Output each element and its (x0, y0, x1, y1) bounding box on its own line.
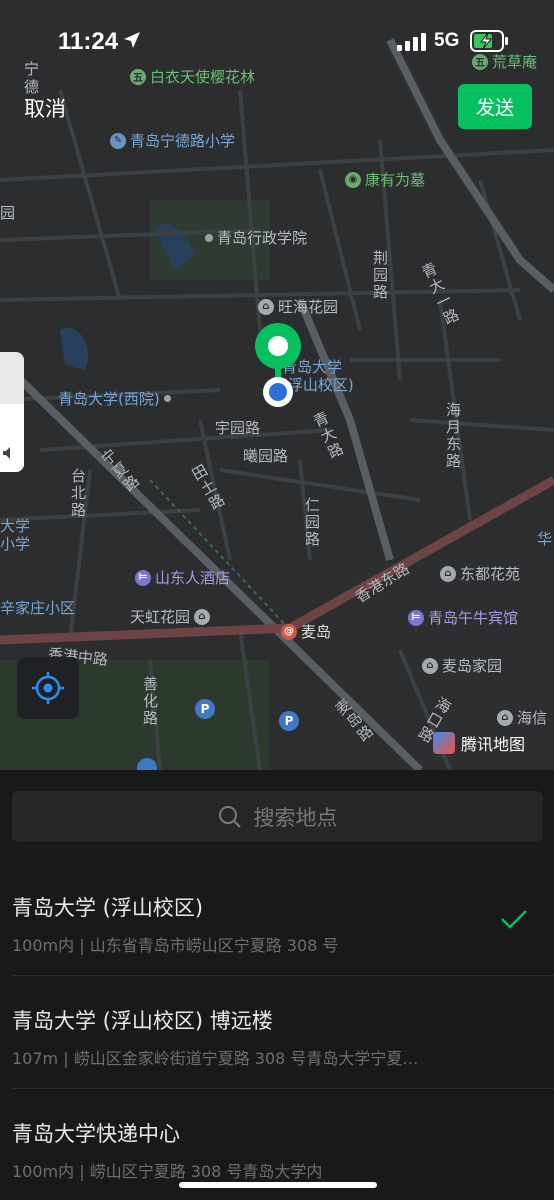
road-label: 善化路 (141, 676, 159, 727)
poi-label[interactable]: ⌂ 东都花苑 (440, 563, 520, 584)
volume-slider[interactable] (0, 352, 24, 472)
map-view[interactable]: 11:24 5G 取消 发送 五白衣天使樱花林 五荒草庵 ✎ 青岛宁德路小学 ◉ 康… (0, 0, 554, 770)
poi-label[interactable]: ◉ 康有为墓 (345, 169, 425, 190)
location-arrow-icon (124, 32, 140, 48)
brand-label: 腾讯地图 (461, 735, 526, 754)
result-item[interactable]: 青岛大学 (浮山校区) 博远楼 107m | 崂山区金家岭街道宁夏路 308 号… (12, 1005, 542, 1069)
road-label: 台北路 (69, 468, 87, 519)
divider (12, 1088, 554, 1089)
search-placeholder: 搜索地点 (253, 805, 338, 830)
result-address: 100m内 | 崂山区宁夏路 308 号青岛大学内 (12, 1162, 323, 1181)
home-indicator[interactable] (179, 1182, 377, 1188)
poi-label[interactable]: 辛家庄小区 (0, 597, 75, 618)
crosshair-icon (32, 672, 64, 704)
location-pin-icon (255, 323, 301, 407)
school-icon: ✎ (110, 132, 126, 149)
tencent-map-logo-icon (433, 732, 455, 754)
poi-label[interactable]: ✎ 青岛宁德路小学 (110, 130, 235, 151)
volume-slider-fill (0, 404, 24, 472)
result-name: 青岛大学快递中心 (12, 1122, 180, 1146)
result-name: 青岛大学 (浮山校区) (12, 896, 204, 920)
poi-label[interactable]: 五荒草庵 (472, 51, 537, 72)
poi-label[interactable]: ⊨ 青岛午牛宾馆 (408, 607, 518, 628)
search-icon (218, 805, 241, 828)
result-address: 100m内 | 山东省青岛市崂山区宁夏路 308 号 (12, 936, 339, 955)
hotel-icon: ⊨ (135, 569, 151, 586)
speaker-icon (3, 447, 10, 459)
residential-icon: ⌂ (497, 709, 513, 726)
battery-charging-icon (470, 30, 508, 52)
poi-label: 华 (537, 530, 553, 548)
bottom-sheet: 搜索地点 青岛大学 (浮山校区) 100m内 | 山东省青岛市崂山区宁夏路 30… (0, 770, 554, 1200)
send-button[interactable]: 发送 (458, 84, 532, 129)
temple-icon: 五 (472, 53, 488, 70)
poi-label[interactable]: 五白衣天使樱花林 (130, 66, 255, 87)
checkmark-icon (501, 910, 527, 929)
dot-icon (205, 233, 213, 242)
road-label: 宇园路 (215, 419, 261, 437)
poi-label[interactable]: ⌂ 旺海花园 (258, 296, 338, 317)
hotel-icon: ⊨ (408, 609, 424, 626)
residential-icon: ⌂ (440, 565, 456, 582)
search-input[interactable]: 搜索地点 (12, 791, 543, 842)
residential-icon: ⌂ (422, 657, 438, 674)
dot-icon (163, 395, 171, 402)
road-label: 仁园路 (303, 497, 321, 548)
metro-icon: @ (281, 623, 297, 640)
scenic-icon: ◉ (345, 171, 361, 188)
poi-label[interactable]: 青岛行政学院 (205, 227, 307, 248)
divider (12, 975, 554, 976)
poi-label[interactable]: 青岛大学(西院) (58, 388, 171, 409)
residential-icon: ⌂ (258, 298, 274, 315)
result-name: 青岛大学 (浮山校区) 博远楼 (12, 1009, 273, 1033)
tree-icon: 五 (130, 68, 146, 85)
result-item[interactable]: 青岛大学快递中心 100m内 | 崂山区宁夏路 308 号青岛大学内 (12, 1118, 542, 1182)
network-type: 5G (434, 30, 460, 51)
poi-label[interactable]: ⌂ 麦岛家园 (422, 655, 502, 676)
result-item[interactable]: 青岛大学 (浮山校区) 100m内 | 山东省青岛市崂山区宁夏路 308 号 (12, 892, 542, 956)
road-label: 曦园路 (243, 447, 289, 465)
road-label: 海月东路 (444, 402, 462, 470)
parking-icon[interactable]: P (279, 711, 299, 731)
poi-label: 园 (0, 204, 16, 222)
poi-label: 宁 德 (24, 60, 40, 96)
poi-label[interactable]: 大学 小学 (0, 517, 30, 553)
residential-icon: ⌂ (194, 608, 211, 625)
parking-icon[interactable]: P (195, 699, 215, 719)
road-label: 荆园路 (371, 250, 389, 301)
status-time: 11:24 (58, 28, 119, 55)
map-brand: 腾讯地图 (433, 731, 525, 755)
poi-label[interactable]: ⊨ 山东人酒店 (135, 567, 230, 588)
poi-label[interactable]: ⌂ 海信 (497, 707, 547, 728)
cancel-button[interactable]: 取消 (24, 93, 66, 123)
signal-icon (397, 33, 426, 51)
locate-me-button[interactable] (17, 657, 79, 719)
poi-label[interactable]: @ 麦岛 (281, 621, 331, 642)
result-address: 107m | 崂山区金家岭街道宁夏路 308 号青岛大学宁夏… (12, 1049, 419, 1068)
poi-label[interactable]: 天虹花园 ⌂ (130, 606, 211, 627)
status-bar: 11:24 5G (0, 0, 554, 70)
